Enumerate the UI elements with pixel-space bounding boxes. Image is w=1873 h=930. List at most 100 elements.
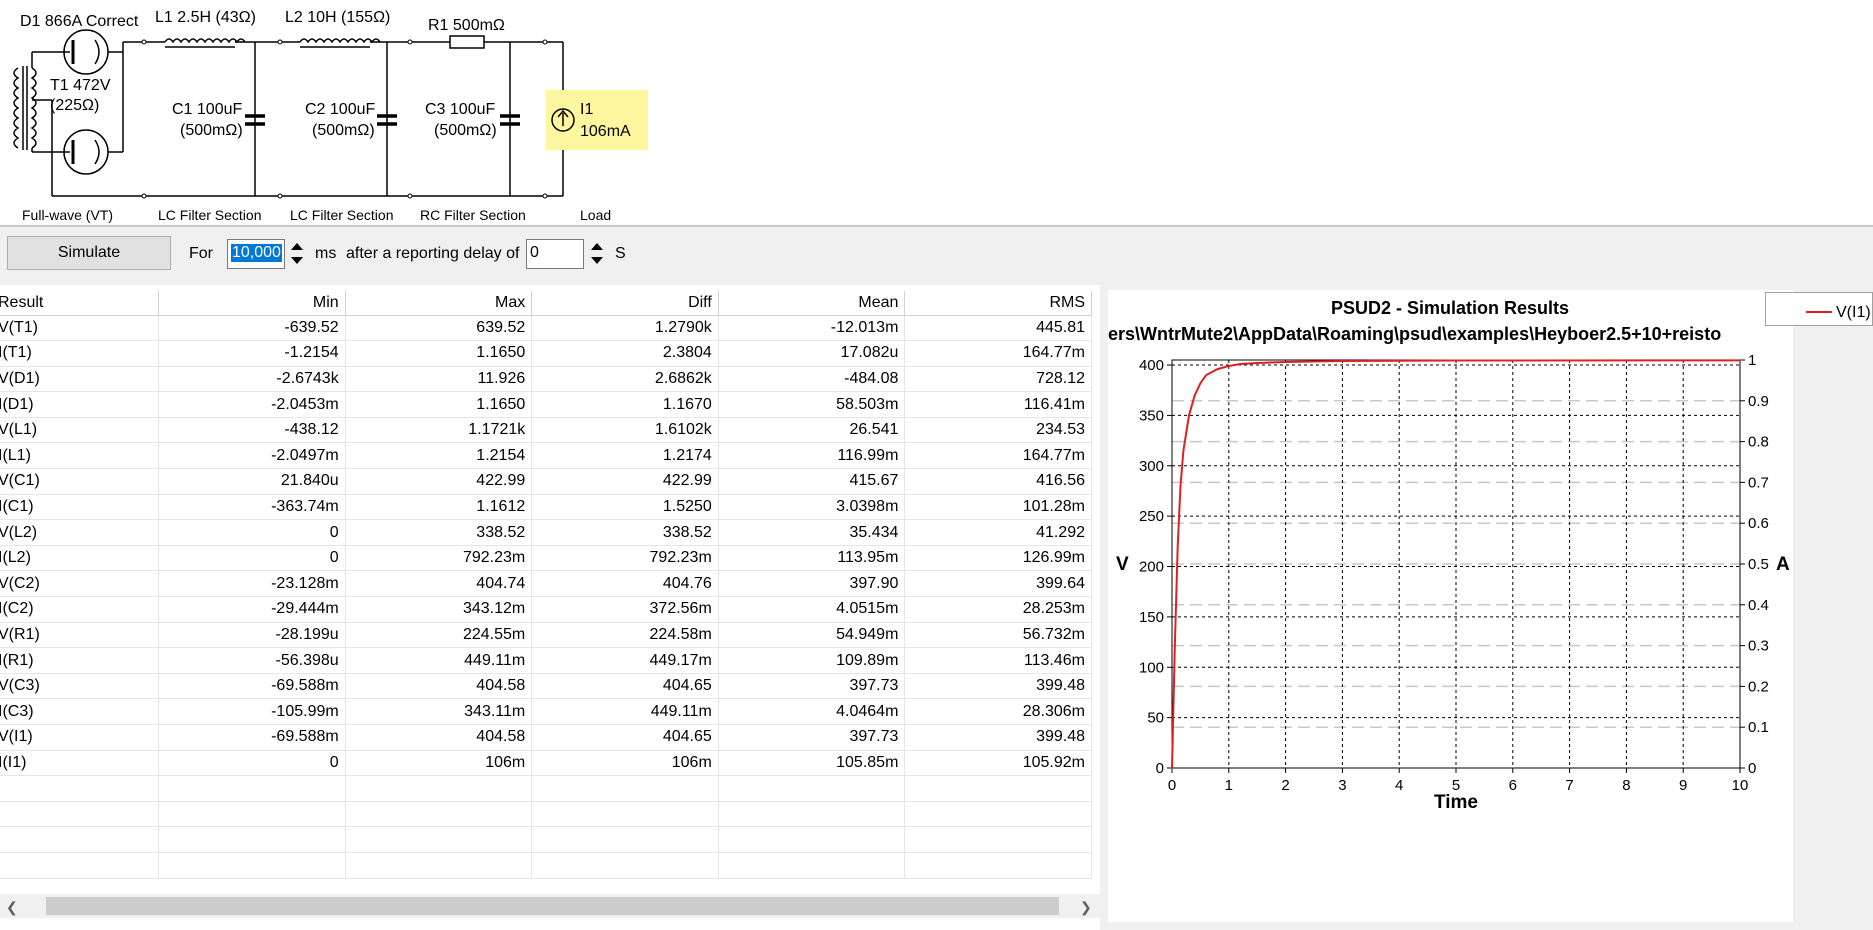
table-cell: 372.56m	[531, 596, 719, 623]
data-point	[1739, 359, 1741, 362]
table-cell: 449.17m	[531, 647, 719, 674]
table-row[interactable]: I(L1) -2.0497m 1.2154 1.2174 116.99m 164.77m	[0, 442, 1092, 470]
c3-label: C3 100uF	[425, 101, 495, 118]
data-point	[1341, 360, 1344, 362]
section-load: Load	[580, 207, 611, 223]
table-row[interactable]: V(T1) -639.52 639.52 1.2790k -12.013m 445.81	[0, 315, 1092, 342]
column-header[interactable]: Diff	[531, 291, 719, 316]
c1-label: C1 100uF	[172, 101, 242, 118]
table-cell: 56.732m	[904, 622, 1092, 649]
table-cell: V(C3)	[0, 673, 160, 700]
table-row[interactable]: V(C1) 21.840u 422.99 422.99 415.67 416.56	[0, 468, 1092, 495]
chart-title: PSUD2 - Simulation Results	[1331, 298, 1569, 318]
scroll-right-icon[interactable]: ❯	[1080, 899, 1092, 916]
table-row[interactable]: V(I1) -69.588m 404.58 404.65 397.73 399.48	[0, 724, 1092, 751]
c2-esr: (500mΩ)	[312, 122, 375, 139]
table-row[interactable]: I(T1) -1.2154 1.1650 2.3804 17.082u 164.77m	[0, 340, 1092, 367]
simulate-button[interactable]: Simulate	[7, 236, 171, 270]
d1-label: D1 866A Correct	[20, 13, 139, 30]
table-cell: 234.53	[904, 417, 1092, 444]
x-tick-label: 9	[1679, 777, 1687, 794]
table-row[interactable]: I(C2) -29.444m 343.12m 372.56m 4.0515m 28.253…	[0, 596, 1092, 623]
table-cell: 1.5250	[531, 494, 719, 521]
x-tick-label: 4	[1395, 777, 1403, 794]
table-cell: -69.588m	[158, 724, 346, 751]
table-cell: 0	[158, 750, 346, 777]
scroll-thumb[interactable]	[46, 897, 1059, 915]
spin-up-icon[interactable]	[291, 243, 303, 250]
t1-label: T1 472V	[50, 77, 111, 94]
data-point	[1182, 449, 1185, 452]
table-cell: 105.92m	[904, 750, 1092, 777]
data-point	[1179, 485, 1182, 487]
column-header[interactable]: Min	[158, 291, 346, 316]
table-cell: 1.1670	[531, 391, 719, 418]
column-header[interactable]: Max	[345, 291, 533, 316]
x-tick-label: 6	[1509, 777, 1517, 794]
table-row[interactable]: V(L1) -438.12 1.1721k 1.6102k 26.541 234.53	[0, 417, 1092, 444]
l2-label: L2 10H (155Ω)	[285, 9, 390, 26]
scroll-left-icon[interactable]: ❮	[6, 899, 18, 916]
table-cell: 399.64	[904, 570, 1092, 598]
duration-spinner[interactable]	[287, 239, 307, 269]
table-row[interactable]: V(D1) -2.6743k 11.926 2.6862k -484.08 728.12	[0, 366, 1092, 393]
y-tick-label: 300	[1139, 458, 1164, 475]
table-cell: V(L1)	[0, 417, 160, 444]
data-point	[1174, 646, 1176, 648]
column-header[interactable]: Result	[0, 291, 160, 316]
results-table: Result Min Max Diff Mean RMS V(T1) -639.52 639.…	[0, 291, 1100, 889]
table-cell: 1.1650	[345, 340, 533, 367]
table-cell: 404.58	[345, 673, 533, 700]
y-tick-label: 0	[1156, 760, 1164, 777]
table-cell: 338.52	[345, 519, 533, 546]
table-cell: -69.588m	[158, 673, 346, 700]
table-cell: -2.0497m	[158, 442, 346, 470]
section-rectifier: Full-wave (VT)	[22, 207, 113, 223]
table-cell: 1.1650	[345, 391, 533, 418]
data-point	[1216, 368, 1219, 370]
y2-tick-label: 0.3	[1748, 638, 1769, 655]
table-cell: 449.11m	[345, 647, 533, 674]
table-row[interactable]: V(R1) -28.199u 224.55m 224.58m 54.949m 56.732…	[0, 622, 1092, 649]
table-cell: -105.99m	[158, 698, 346, 725]
table-cell: -12.013m	[718, 315, 906, 342]
table-cell: 35.434	[718, 519, 906, 546]
duration-input[interactable]: 10,000	[227, 239, 285, 269]
legend-label: V(I1)	[1836, 304, 1871, 321]
y2-tick-label: 0	[1748, 760, 1756, 777]
table-row[interactable]: V(L2) 0 338.52 338.52 35.434 41.292	[0, 519, 1092, 546]
table-row[interactable]: I(R1) -56.398u 449.11m 449.17m 109.89m 113.46…	[0, 647, 1092, 674]
y-tick-label: 200	[1139, 559, 1164, 576]
column-header[interactable]: RMS	[904, 291, 1092, 316]
table-cell: 28.253m	[904, 596, 1092, 623]
table-row[interactable]: I(D1) -2.0453m 1.1650 1.1670 58.503m 116.41m	[0, 391, 1092, 418]
table-row[interactable]: I(C1) -363.74m 1.1612 1.5250 3.0398m 101.28m	[0, 494, 1092, 521]
empty-row	[0, 826, 1092, 853]
table-cell: 106m	[345, 750, 533, 777]
c1-esr: (500mΩ)	[180, 122, 243, 139]
table-row[interactable]: V(C3) -69.588m 404.58 404.65 397.73 399.48	[0, 673, 1092, 700]
table-row[interactable]: I(C3) -105.99m 343.11m 449.11m 4.0464m 28.306…	[0, 698, 1092, 725]
table-cell: 416.56	[904, 468, 1092, 495]
horizontal-scrollbar[interactable]: ❮ ❯	[0, 894, 1100, 918]
data-point	[1193, 394, 1196, 397]
spin-down-icon[interactable]	[291, 257, 303, 264]
data-point	[1455, 359, 1457, 362]
delay-input[interactable]: 0	[526, 239, 584, 269]
table-cell: 224.55m	[345, 622, 533, 649]
x-tick-label: 3	[1338, 777, 1346, 794]
table-cell: 792.23m	[345, 545, 533, 572]
section-lc2: LC Filter Section	[290, 207, 393, 223]
spin-up-icon[interactable]	[591, 243, 603, 250]
table-cell: I(C1)	[0, 494, 160, 521]
x-tick-label: 8	[1622, 777, 1630, 794]
spin-down-icon[interactable]	[591, 257, 603, 264]
table-row[interactable]: I(I1) 0 106m 106m 105.85m 105.92m	[0, 750, 1092, 777]
delay-spinner[interactable]	[587, 239, 607, 269]
table-cell: I(L1)	[0, 442, 160, 470]
column-header[interactable]: Mean	[718, 291, 906, 316]
for-label: For	[189, 245, 213, 262]
x-tick-label: 1	[1225, 777, 1233, 794]
table-row[interactable]: I(L2) 0 792.23m 792.23m 113.95m 126.99m	[0, 545, 1092, 572]
table-row[interactable]: V(C2) -23.128m 404.74 404.76 397.90 399.64	[0, 570, 1092, 598]
